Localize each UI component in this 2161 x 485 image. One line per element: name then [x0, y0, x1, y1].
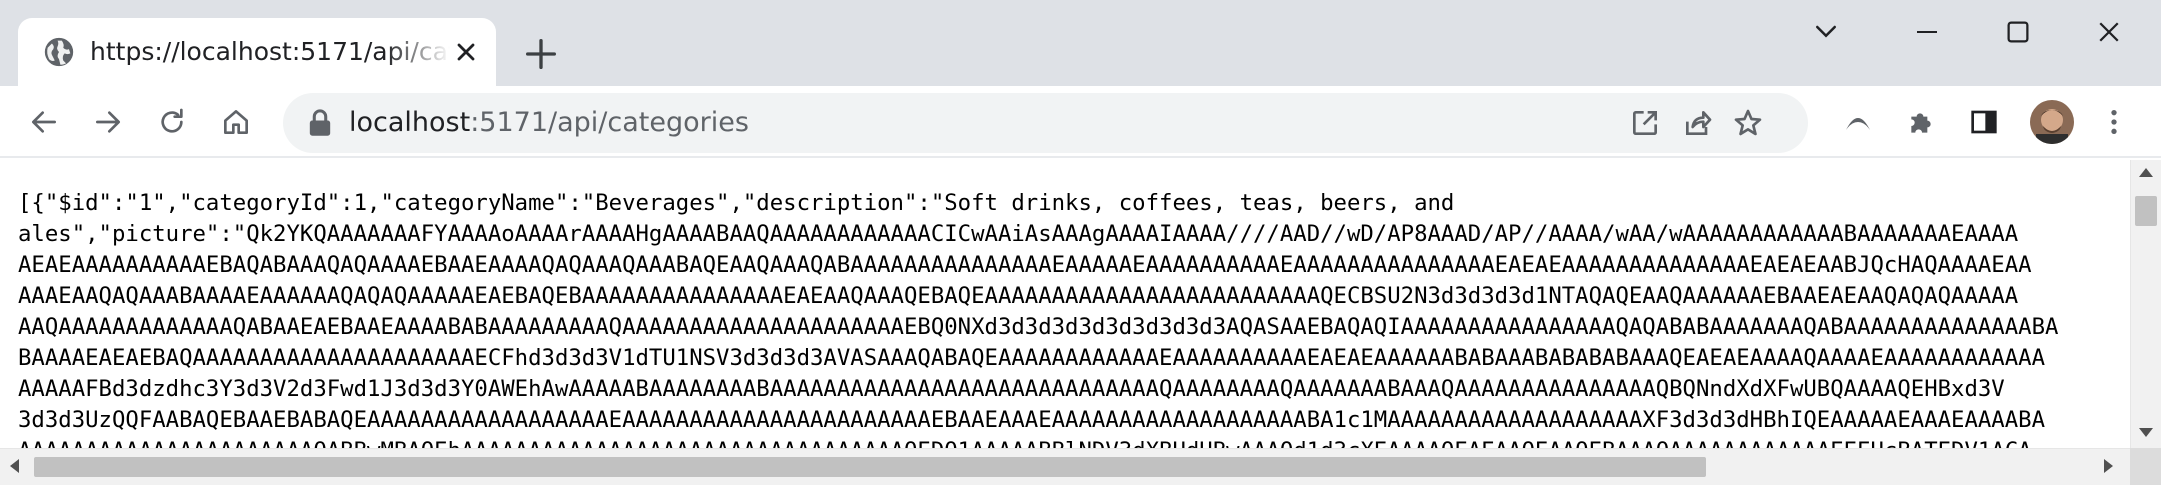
json-line: ales","picture":"Qk2YKQAAAAAAAFYAAAAoAAA… [18, 221, 2019, 247]
json-line: AAQAAAAAAAAAAAAAQABAAEAEBAAEAAAABABAAAAA… [18, 314, 2059, 340]
home-icon[interactable] [214, 100, 258, 144]
json-line: AEAEAAAAAAAAAAEBAQABAAAQAQAAAAEBAAEAAAAQ… [18, 252, 2032, 278]
horizontal-scrollbar[interactable] [0, 448, 2130, 485]
star-icon[interactable] [1728, 103, 1768, 143]
minimize-icon[interactable] [1897, 12, 1957, 52]
chevron-down-icon[interactable] [1796, 12, 1856, 52]
json-line: AAAEAAQAQAAABAAAAEAAAAAAQAQAQAAAAAEAEBAQ… [18, 283, 2019, 309]
url-host: localhost [349, 107, 471, 138]
url-path: :5171/api/categories [470, 107, 749, 138]
close-window-icon[interactable] [2079, 12, 2139, 52]
address-bar[interactable]: localhost:5171/api/categories [283, 93, 1808, 153]
vertical-scroll-thumb[interactable] [2135, 196, 2157, 226]
scroll-up-arrow-icon[interactable] [2139, 168, 2153, 177]
close-icon[interactable] [452, 38, 480, 66]
toolbar-divider [0, 156, 2161, 158]
scroll-left-arrow-icon[interactable] [10, 459, 19, 473]
browser-toolbar: localhost:5171/api/categories [0, 86, 2161, 158]
scroll-right-arrow-icon[interactable] [2104, 459, 2113, 473]
avatar[interactable] [2030, 100, 2074, 144]
scroll-down-arrow-icon[interactable] [2139, 428, 2153, 437]
browser-tab[interactable]: https://localhost:5171/api/categories [18, 18, 496, 86]
plus-icon[interactable] [521, 34, 561, 74]
tab-strip: https://localhost:5171/api/categories [0, 0, 2161, 86]
lock-icon[interactable] [307, 109, 333, 137]
back-arrow-icon[interactable] [22, 100, 66, 144]
forward-arrow-icon[interactable] [86, 100, 130, 144]
menu-kebab-icon[interactable] [2092, 100, 2136, 144]
scrollbar-corner [2130, 448, 2161, 485]
tab-title: https://localhost:5171/api/categories [90, 37, 450, 66]
horizontal-scroll-thumb[interactable] [34, 457, 1706, 477]
side-panel-icon[interactable] [1962, 100, 2006, 144]
share-icon[interactable] [1678, 103, 1718, 143]
json-line: [{"$id":"1","categoryId":1,"categoryName… [18, 190, 1455, 216]
vertical-scrollbar[interactable] [2130, 160, 2161, 448]
reload-icon[interactable] [150, 100, 194, 144]
json-line: BAAAAEAEAEBAQAAAAAAAAAAAAAAAAAAAAAECFhd3… [18, 345, 2046, 371]
json-line: 3d3d3UzQQFAABAQEBAAEBABAQEAAAAAAAAAAAAAA… [18, 407, 2046, 433]
url-text[interactable]: localhost:5171/api/categories [349, 93, 749, 153]
open-in-app-icon[interactable] [1625, 103, 1665, 143]
json-line: AAAAAFBd3dzdhc3Y3d3V2d3Fwd1J3d3d3Y0AWEhA… [18, 376, 2005, 402]
puzzle-icon[interactable] [1900, 100, 1944, 144]
extension-arc-icon[interactable] [1836, 100, 1880, 144]
json-response: [{"$id":"1","categoryId":1,"categoryName… [0, 160, 2130, 448]
page-content: [{"$id":"1","categoryId":1,"categoryName… [0, 160, 2130, 448]
maximize-icon[interactable] [1988, 12, 2048, 52]
json-line: AAAAAAAAAAAAAAAAAAAAAAQABBwMBAQEhAAAAAAA… [18, 438, 2032, 448]
globe-icon [42, 35, 76, 69]
